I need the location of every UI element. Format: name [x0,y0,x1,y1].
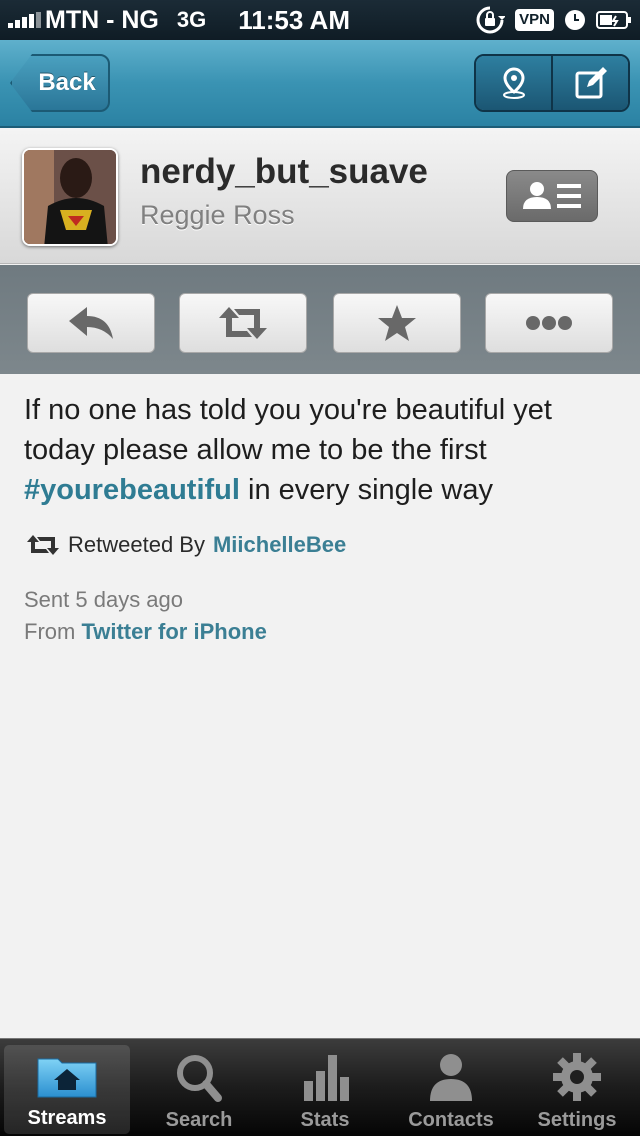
retweeted-by-line: Retweeted By MiichelleBee [26,532,346,558]
profile-header[interactable]: nerdy_but_suave Reggie Ross [0,128,640,264]
more-button[interactable] [485,293,613,353]
sent-time: Sent 5 days ago [24,587,184,612]
navigation-bar: Back [0,40,640,128]
tab-label: Streams [27,1107,107,1129]
source-line: From Twitter for iPhone [24,619,267,645]
tab-label: Stats [300,1109,350,1131]
tab-contacts[interactable]: Contacts [388,1039,514,1136]
network-type: 3G [176,7,207,32]
location-pin-icon [502,67,525,99]
retweet-small-icon [27,535,59,555]
tab-streams[interactable]: Streams [4,1045,130,1134]
battery-icon [596,11,631,29]
source-app-link[interactable]: Twitter for iPhone [81,619,266,644]
status-bar: MTN - NG 3G 11:53 AM VPN [0,0,640,40]
tab-label: Contacts [408,1109,494,1131]
search-icon [177,1055,222,1102]
compose-button[interactable] [551,56,628,110]
tab-search[interactable]: Search [136,1039,262,1136]
back-button[interactable]: Back [10,54,110,112]
more-icon [526,316,572,330]
rotation-lock-icon [476,6,506,34]
contact-card-button[interactable] [506,170,598,222]
vpn-badge: VPN [515,9,554,31]
username: nerdy_but_suave [140,152,428,191]
tweet-action-bar [0,265,640,374]
alarm-clock-icon [565,10,585,30]
tab-stats[interactable]: Stats [262,1039,388,1136]
avatar[interactable] [22,148,118,246]
tab-label: Search [165,1109,233,1131]
favorite-button[interactable] [333,293,461,353]
retweet-button[interactable] [179,293,307,353]
star-icon [378,305,416,341]
person-icon [430,1054,472,1101]
retweeter-link[interactable]: MiichelleBee [213,532,346,558]
home-folder-icon [37,1058,97,1098]
retweeted-by-label: Retweeted By [68,532,205,557]
compose-icon [575,67,607,99]
tweet-text-start: If no one has told you you're beautiful … [24,394,552,466]
avatar-photo [24,150,116,244]
tab-settings[interactable]: Settings [514,1039,640,1136]
carrier-name: MTN - NG [45,5,159,34]
source-label: From [24,619,76,644]
location-button[interactable] [476,56,551,110]
tab-label: Settings [537,1109,617,1131]
contact-card-icon [523,182,581,209]
tweet-text-end: in every single way [239,474,493,506]
tweet-text: If no one has told you you're beautiful … [24,390,624,510]
full-name: Reggie Ross [140,200,295,230]
nav-action-group [474,54,630,112]
bar-chart-icon [304,1055,349,1101]
signal-strength-icon [8,12,41,28]
gear-icon [553,1053,601,1101]
hashtag-link[interactable]: #yourebeautiful [24,474,240,506]
reply-button[interactable] [27,293,155,353]
reply-icon [69,307,113,339]
tab-bar: Streams Search Stats Contacts Settings [0,1038,640,1136]
retweet-icon [219,307,267,339]
status-time: 11:53 AM [238,4,350,35]
